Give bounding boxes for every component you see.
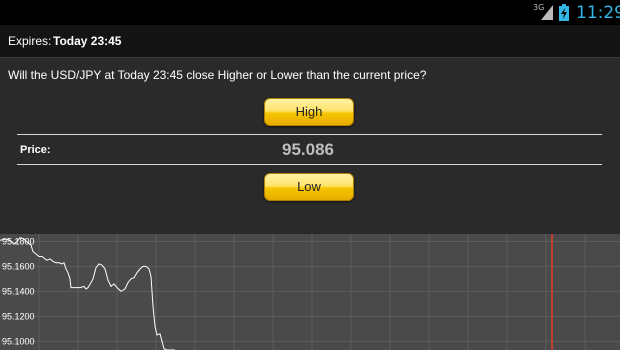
signal-icon xyxy=(541,5,553,20)
low-button[interactable]: Low xyxy=(264,173,354,201)
y-tick-label: 95.1400 xyxy=(2,286,35,296)
expires-bar: Expires: Today 23:45 xyxy=(0,25,620,58)
trade-panel: Will the USD/JPY at Today 23:45 close Hi… xyxy=(0,58,620,234)
y-tick-label: 95.1600 xyxy=(2,261,35,271)
y-tick-label: 95.1800 xyxy=(2,236,35,246)
price-value: 95.086 xyxy=(282,140,334,159)
clock: 11:29 xyxy=(576,3,620,23)
status-bar: 3G 11:29 xyxy=(0,0,620,25)
price-chart-svg: 95.1800 95.1600 95.1400 95.1200 95.1000 xyxy=(0,234,620,350)
price-label: Price: xyxy=(20,144,51,156)
y-tick-label: 95.1000 xyxy=(2,336,35,346)
divider-bottom xyxy=(17,164,602,165)
expires-label: Expires: xyxy=(8,34,52,48)
battery-charging-icon xyxy=(559,4,569,21)
app-screen: 3G 11:29 Expires: Today 23:45 Will the U… xyxy=(0,0,620,350)
y-tick-label: 95.1200 xyxy=(2,311,35,321)
high-button[interactable]: High xyxy=(264,98,354,126)
trade-question: Will the USD/JPY at Today 23:45 close Hi… xyxy=(8,68,427,82)
expires-value: Today 23:45 xyxy=(53,34,122,48)
divider-top xyxy=(17,134,602,135)
price-chart[interactable]: 95.1800 95.1600 95.1400 95.1200 95.1000 xyxy=(0,234,620,350)
